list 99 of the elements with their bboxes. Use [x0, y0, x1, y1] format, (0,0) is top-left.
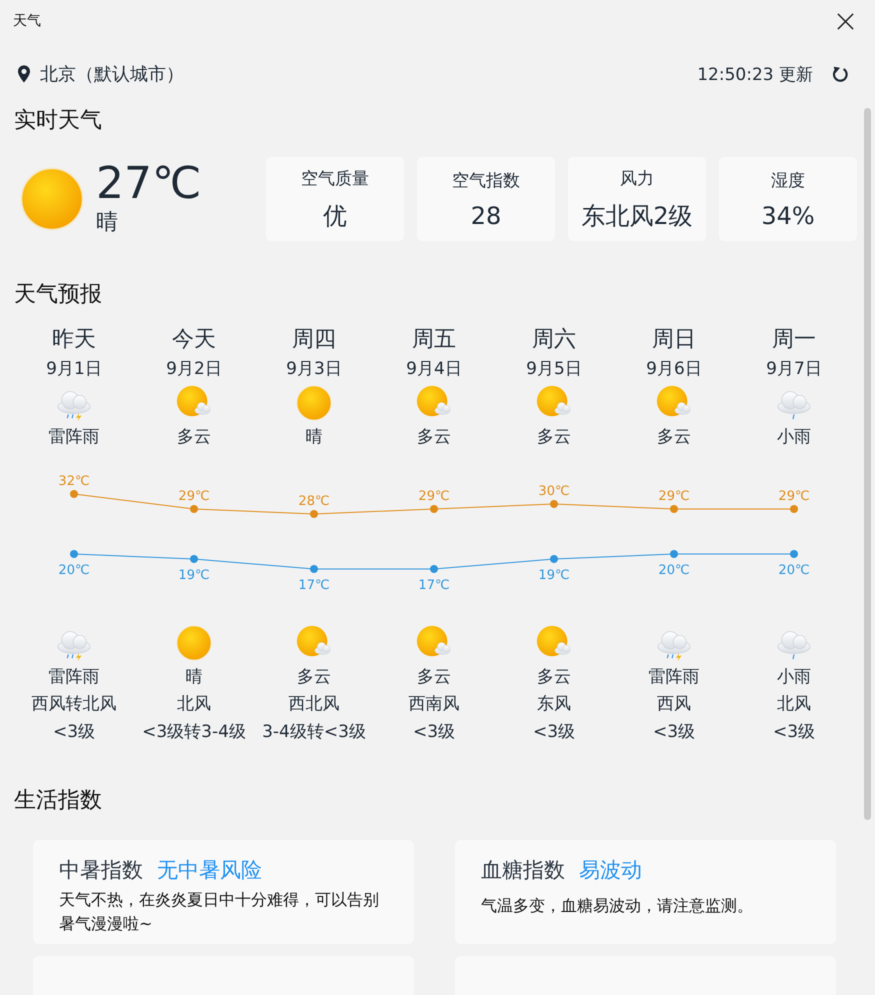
data-point	[670, 550, 678, 558]
wind-direction: 西风	[657, 693, 691, 716]
data-point	[550, 555, 558, 563]
stat-value: 28	[470, 202, 502, 230]
temperature-label: 32℃	[58, 474, 90, 489]
wind-direction: 西南风	[408, 693, 460, 716]
data-point	[430, 565, 438, 573]
window-title: 天气	[13, 12, 41, 30]
day-condition: 晴	[306, 426, 322, 449]
data-point	[430, 505, 438, 513]
wind-level: <3级转3-4级	[142, 721, 246, 744]
index-value: 无中暑风险	[157, 857, 262, 884]
location-pin-icon	[18, 65, 30, 83]
day-condition: 多云	[177, 426, 211, 449]
wind-level: <3级	[532, 721, 576, 744]
data-point	[670, 505, 678, 513]
wind-direction: 北风	[777, 693, 811, 716]
stat-value: 优	[323, 200, 347, 232]
section-heading: 实时天气	[14, 107, 103, 135]
wind-level: <3级	[52, 721, 96, 744]
night-condition: 雷阵雨	[648, 666, 700, 689]
day-condition: 多云	[537, 426, 571, 449]
data-point	[310, 510, 318, 518]
day-date: 9月7日	[766, 358, 822, 381]
sun-icon	[18, 165, 86, 233]
index-description: 气温多变，血糖易波动，请注意监测。	[481, 895, 754, 917]
wind-direction: 西风转北风	[32, 693, 116, 716]
night-condition: 多云	[297, 666, 331, 689]
day-name: 周六	[532, 326, 576, 354]
temperature-label: 19℃	[178, 568, 210, 583]
temperature-label: 20℃	[58, 563, 90, 578]
data-point	[190, 505, 198, 513]
day-condition: 雷阵雨	[48, 426, 100, 449]
data-point	[790, 505, 798, 513]
temperature-label: 20℃	[778, 563, 810, 578]
stat-label: 风力	[620, 168, 654, 190]
temperature-label: 29℃	[178, 489, 210, 504]
day-date: 9月4日	[406, 358, 462, 381]
temperature-label: 28℃	[298, 494, 330, 509]
day-name: 周日	[652, 326, 696, 354]
data-point	[70, 490, 78, 498]
night-condition: 雷阵雨	[48, 666, 100, 689]
night-condition: 多云	[417, 666, 451, 689]
stat-label: 空气质量	[301, 168, 369, 190]
temperature-label: 30℃	[538, 484, 570, 499]
section-heading: 生活指数	[14, 787, 103, 815]
night-condition: 晴	[186, 666, 202, 689]
data-point	[790, 550, 798, 558]
stat-value: 东北风2级	[581, 200, 693, 232]
data-point	[190, 555, 198, 563]
day-condition: 多云	[657, 426, 691, 449]
wind-level: <3级	[772, 721, 816, 744]
day-name: 周四	[292, 326, 336, 354]
stat-value: 34%	[761, 202, 815, 230]
section-heading: 天气预报	[14, 281, 103, 309]
day-name: 周五	[412, 326, 456, 354]
day-condition: 小雨	[777, 426, 811, 449]
close-icon[interactable]	[836, 12, 855, 30]
wind-direction: 北风	[177, 693, 211, 716]
current-condition: 晴	[96, 209, 119, 237]
day-date: 9月6日	[646, 358, 702, 381]
day-date: 9月3日	[286, 358, 342, 381]
update-time: 12:50:23 更新	[697, 64, 813, 86]
temperature-label: 29℃	[418, 489, 450, 504]
day-date: 9月1日	[46, 358, 102, 381]
scrollbar[interactable]	[864, 108, 871, 820]
stat-label: 湿度	[771, 170, 805, 192]
index-name: 中暑指数	[59, 857, 143, 884]
temperature-label: 19℃	[538, 568, 570, 583]
temperature-label: 17℃	[298, 578, 330, 593]
data-point	[550, 500, 558, 508]
day-name: 昨天	[52, 326, 96, 354]
day-date: 9月2日	[166, 358, 222, 381]
temperature-label: 29℃	[778, 489, 810, 504]
temperature-label: 29℃	[658, 489, 690, 504]
index-name: 血糖指数	[481, 857, 565, 884]
sun-icon	[295, 384, 333, 422]
index-description: 天气不热，在炎炎夏日中十分难得，可以告别暑气漫漫啦~	[59, 889, 380, 935]
temperature-label: 17℃	[418, 578, 450, 593]
refresh-icon[interactable]	[831, 65, 849, 83]
wind-level: 3-4级转<3级	[262, 721, 366, 744]
day-date: 9月5日	[526, 358, 582, 381]
night-condition: 多云	[537, 666, 571, 689]
current-temperature: 27℃	[96, 160, 202, 208]
sun-icon	[175, 624, 213, 662]
wind-level: <3级	[412, 721, 456, 744]
index-value: 易波动	[579, 857, 642, 884]
city-name[interactable]: 北京（默认城市）	[40, 62, 184, 86]
wind-level: <3级	[652, 721, 696, 744]
night-condition: 小雨	[777, 666, 811, 689]
day-name: 今天	[172, 326, 216, 354]
wind-direction: 东风	[537, 693, 571, 716]
temperature-label: 20℃	[658, 563, 690, 578]
stat-label: 空气指数	[452, 170, 520, 192]
day-name: 周一	[772, 326, 816, 354]
day-condition: 多云	[417, 426, 451, 449]
wind-direction: 西北风	[288, 693, 340, 716]
data-point	[70, 550, 78, 558]
data-point	[310, 565, 318, 573]
